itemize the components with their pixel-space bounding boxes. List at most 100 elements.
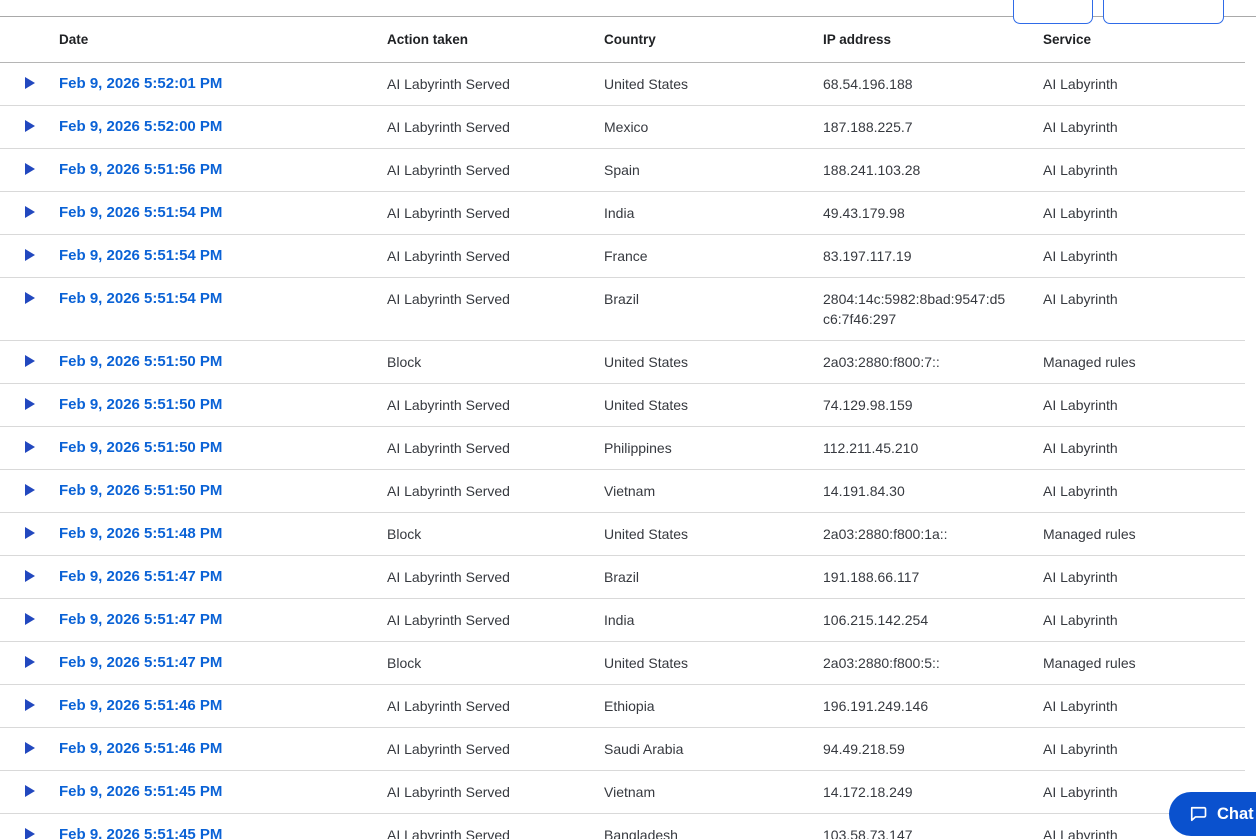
expand-row-cell — [0, 234, 59, 278]
column-header-date: Date — [59, 17, 387, 63]
country-cell: Ethiopia — [604, 684, 823, 728]
service-cell: Managed rules — [1043, 641, 1245, 685]
service-cell: Managed rules — [1043, 512, 1245, 556]
expand-row-cell — [0, 684, 59, 728]
country-cell: India — [604, 598, 823, 642]
action-taken-cell: AI Labyrinth Served — [387, 813, 604, 839]
event-date-link[interactable]: Feb 9, 2026 5:51:47 PM — [59, 641, 387, 685]
country-cell: India — [604, 191, 823, 235]
expand-row-icon[interactable] — [25, 163, 35, 175]
country-cell: United States — [604, 641, 823, 685]
expand-row-icon[interactable] — [25, 398, 35, 410]
event-date-link[interactable]: Feb 9, 2026 5:51:48 PM — [59, 512, 387, 556]
event-date-link[interactable]: Feb 9, 2026 5:51:50 PM — [59, 469, 387, 513]
expand-row-icon[interactable] — [25, 742, 35, 754]
country-cell: France — [604, 234, 823, 278]
expand-row-icon[interactable] — [25, 656, 35, 668]
expand-row-cell — [0, 813, 59, 839]
service-cell: AI Labyrinth — [1043, 234, 1245, 278]
service-cell: AI Labyrinth — [1043, 62, 1245, 106]
table-row: Feb 9, 2026 5:51:47 PM AI Labyrinth Serv… — [0, 555, 1245, 599]
expand-row-cell — [0, 105, 59, 149]
expand-row-cell — [0, 598, 59, 642]
service-cell: AI Labyrinth — [1043, 727, 1245, 771]
action-taken-cell: AI Labyrinth Served — [387, 469, 604, 513]
event-date-link[interactable]: Feb 9, 2026 5:51:50 PM — [59, 426, 387, 470]
table-row: Feb 9, 2026 5:51:50 PM AI Labyrinth Serv… — [0, 383, 1245, 427]
event-date-link[interactable]: Feb 9, 2026 5:51:47 PM — [59, 555, 387, 599]
column-header-country: Country — [604, 17, 823, 63]
expand-row-cell — [0, 727, 59, 771]
expand-row-cell — [0, 62, 59, 106]
expand-row-icon[interactable] — [25, 77, 35, 89]
event-date-link[interactable]: Feb 9, 2026 5:51:56 PM — [59, 148, 387, 192]
expand-row-icon[interactable] — [25, 292, 35, 304]
expand-row-icon[interactable] — [25, 484, 35, 496]
expand-row-icon[interactable] — [25, 527, 35, 539]
expand-row-icon[interactable] — [25, 441, 35, 453]
toolbar-button-right[interactable] — [1103, 0, 1224, 24]
event-date-link[interactable]: Feb 9, 2026 5:51:45 PM — [59, 770, 387, 814]
table-row: Feb 9, 2026 5:51:48 PM Block United Stat… — [0, 512, 1245, 556]
service-cell: AI Labyrinth — [1043, 469, 1245, 513]
service-cell: AI Labyrinth — [1043, 277, 1245, 341]
expand-row-icon[interactable] — [25, 206, 35, 218]
security-events-table: Date Action taken Country IP address Ser… — [0, 17, 1245, 839]
toolbar-button-left[interactable] — [1013, 0, 1093, 24]
action-taken-cell: AI Labyrinth Served — [387, 727, 604, 771]
expand-row-icon[interactable] — [25, 699, 35, 711]
action-taken-cell: AI Labyrinth Served — [387, 191, 604, 235]
column-header-action-taken: Action taken — [387, 17, 604, 63]
action-taken-cell: AI Labyrinth Served — [387, 383, 604, 427]
service-cell: AI Labyrinth — [1043, 105, 1245, 149]
expand-row-icon[interactable] — [25, 570, 35, 582]
country-cell: Philippines — [604, 426, 823, 470]
expand-row-icon[interactable] — [25, 355, 35, 367]
event-date-link[interactable]: Feb 9, 2026 5:51:46 PM — [59, 727, 387, 771]
country-cell: United States — [604, 383, 823, 427]
event-date-link[interactable]: Feb 9, 2026 5:51:46 PM — [59, 684, 387, 728]
event-date-link[interactable]: Feb 9, 2026 5:52:00 PM — [59, 105, 387, 149]
action-taken-cell: AI Labyrinth Served — [387, 555, 604, 599]
table-row: Feb 9, 2026 5:52:00 PM AI Labyrinth Serv… — [0, 105, 1245, 149]
table-row: Feb 9, 2026 5:51:54 PM AI Labyrinth Serv… — [0, 277, 1245, 341]
table-row: Feb 9, 2026 5:51:46 PM AI Labyrinth Serv… — [0, 727, 1245, 771]
event-date-link[interactable]: Feb 9, 2026 5:51:54 PM — [59, 277, 387, 341]
event-date-link[interactable]: Feb 9, 2026 5:51:50 PM — [59, 383, 387, 427]
expand-row-icon[interactable] — [25, 613, 35, 625]
event-date-link[interactable]: Feb 9, 2026 5:51:45 PM — [59, 813, 387, 839]
service-cell: Managed rules — [1043, 340, 1245, 384]
event-date-link[interactable]: Feb 9, 2026 5:51:54 PM — [59, 234, 387, 278]
expand-row-cell — [0, 469, 59, 513]
country-cell: United States — [604, 512, 823, 556]
ip-address-cell: 74.129.98.159 — [823, 383, 1043, 427]
expand-row-icon[interactable] — [25, 785, 35, 797]
table-row: Feb 9, 2026 5:51:45 PM AI Labyrinth Serv… — [0, 813, 1245, 839]
country-cell: Brazil — [604, 277, 823, 341]
table-row: Feb 9, 2026 5:51:50 PM AI Labyrinth Serv… — [0, 426, 1245, 470]
event-date-link[interactable]: Feb 9, 2026 5:51:50 PM — [59, 340, 387, 384]
expand-row-icon[interactable] — [25, 120, 35, 132]
service-cell: AI Labyrinth — [1043, 148, 1245, 192]
action-taken-cell: Block — [387, 512, 604, 556]
event-date-link[interactable]: Feb 9, 2026 5:51:47 PM — [59, 598, 387, 642]
ip-address-cell: 112.211.45.210 — [823, 426, 1043, 470]
event-date-link[interactable]: Feb 9, 2026 5:52:01 PM — [59, 62, 387, 106]
event-date-link[interactable]: Feb 9, 2026 5:51:54 PM — [59, 191, 387, 235]
action-taken-cell: AI Labyrinth Served — [387, 598, 604, 642]
chat-button[interactable]: Chat — [1169, 792, 1256, 836]
expand-row-icon[interactable] — [25, 249, 35, 261]
table-row: Feb 9, 2026 5:51:56 PM AI Labyrinth Serv… — [0, 148, 1245, 192]
country-cell: Bangladesh — [604, 813, 823, 839]
action-taken-cell: AI Labyrinth Served — [387, 684, 604, 728]
ip-address-cell: 188.241.103.28 — [823, 148, 1043, 192]
ip-address-cell: 14.191.84.30 — [823, 469, 1043, 513]
action-taken-cell: Block — [387, 340, 604, 384]
expand-row-icon[interactable] — [25, 828, 35, 839]
service-cell: AI Labyrinth — [1043, 383, 1245, 427]
country-cell: United States — [604, 62, 823, 106]
ip-address-cell: 2a03:2880:f800:1a:: — [823, 512, 1043, 556]
table-row: Feb 9, 2026 5:51:47 PM AI Labyrinth Serv… — [0, 598, 1245, 642]
country-cell: United States — [604, 340, 823, 384]
action-taken-cell: AI Labyrinth Served — [387, 426, 604, 470]
